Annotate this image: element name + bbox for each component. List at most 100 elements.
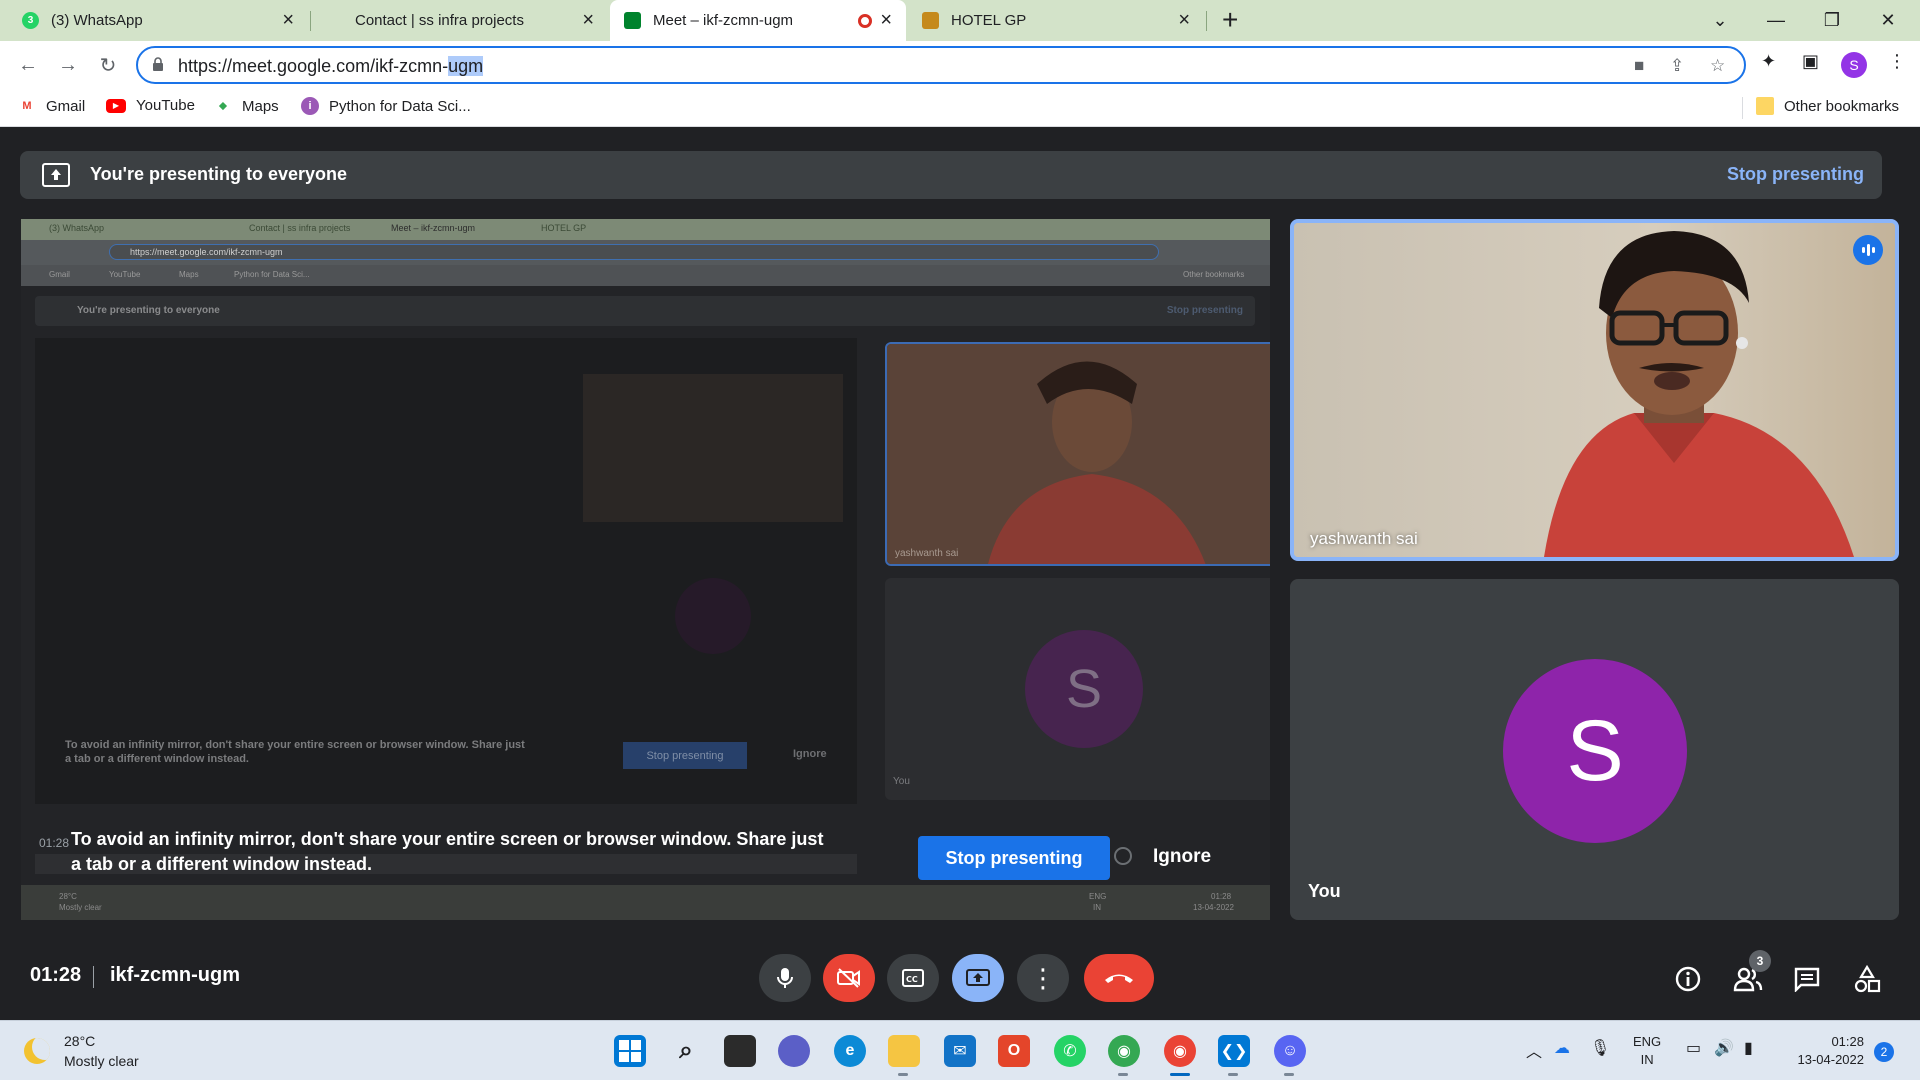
nested-participant-name: yashwanth sai <box>895 548 959 559</box>
svg-text:CC: CC <box>906 975 918 984</box>
bookmark-label: YouTube <box>136 97 195 114</box>
start-icon[interactable] <box>614 1035 646 1067</box>
discord-icon[interactable]: ☺ <box>1274 1035 1306 1067</box>
volume-icon[interactable]: 🔊 <box>1714 1038 1734 1058</box>
nested-clock-time: 01:28 <box>1211 892 1232 901</box>
chat-icon[interactable] <box>1790 962 1824 996</box>
bookmarks-bar: M Gmail ▶ YouTube ⬥ Maps i Python for Da… <box>0 89 1920 127</box>
network-icon[interactable]: ▭ <box>1686 1038 1701 1058</box>
tab-contact[interactable]: Contact | ss infra projects × <box>312 0 608 41</box>
close-icon[interactable]: × <box>282 9 294 32</box>
minimize-icon[interactable]: — <box>1748 0 1804 41</box>
nested-bookmark: Maps <box>179 270 199 279</box>
leave-call-button[interactable] <box>1084 954 1154 1002</box>
restore-icon[interactable]: ❐ <box>1804 0 1860 41</box>
other-bookmarks[interactable]: Other bookmarks <box>1756 97 1899 115</box>
microphone-icon <box>777 968 793 988</box>
nested-stop-button: Stop presenting <box>623 742 747 769</box>
forward-icon[interactable]: → <box>52 49 84 81</box>
tab-label: Contact | ss infra projects <box>355 12 524 29</box>
nested-weather-desc: Mostly clear <box>59 903 102 912</box>
ignore-button[interactable]: Ignore <box>1153 846 1211 868</box>
edge-icon[interactable]: e <box>834 1035 866 1067</box>
time-divider <box>93 966 94 988</box>
tab-divider <box>310 11 311 31</box>
clock-time: 01:28 <box>1831 1034 1864 1049</box>
bookmark-youtube[interactable]: ▶ YouTube <box>106 97 195 114</box>
back-icon[interactable]: ← <box>12 49 44 81</box>
folder-icon <box>1756 97 1774 115</box>
extensions-icon[interactable]: ✦ <box>1761 51 1776 72</box>
present-now-button[interactable] <box>952 954 1004 1002</box>
bookmark-python[interactable]: i Python for Data Sci... <box>301 97 471 115</box>
tab-label: HOTEL GP <box>951 12 1027 29</box>
nested-tab-strip: (3) WhatsApp Contact | ss infra projects… <box>21 219 1270 240</box>
new-tab-button[interactable]: + <box>1222 4 1238 36</box>
page-icon <box>326 12 343 29</box>
tab-hotel-gp[interactable]: HOTEL GP × <box>908 0 1204 41</box>
microphone-tray-icon[interactable]: 🎙 <box>1590 1038 1610 1058</box>
more-options-button[interactable]: ⋮ <box>1017 954 1069 1002</box>
file-explorer-icon[interactable] <box>888 1035 920 1067</box>
activities-icon[interactable] <box>1850 962 1884 996</box>
nested-you-avatar: S <box>1025 630 1143 748</box>
vscode-icon[interactable]: ❮❯ <box>1218 1035 1250 1067</box>
participant-video <box>1294 223 1895 557</box>
nested-you-label: You <box>893 776 910 787</box>
info-icon[interactable] <box>1114 847 1132 865</box>
participant-tile-you[interactable]: S You <box>1290 579 1899 920</box>
browser-tab-strip: 3 (3) WhatsApp × Contact | ss infra proj… <box>0 0 1920 41</box>
address-bar[interactable]: https://meet.google.com/ikf-zcmn-ugm ■ ⇪… <box>136 46 1746 84</box>
share-icon[interactable]: ⇪ <box>1670 56 1684 76</box>
captions-icon: CC <box>902 969 924 987</box>
reload-icon[interactable]: ↻ <box>92 49 124 81</box>
chrome-icon[interactable]: ◉ <box>1108 1035 1140 1067</box>
banner-stop-presenting[interactable]: Stop presenting <box>1727 164 1864 185</box>
nested-presentation: To avoid an infinity mirror, don't share… <box>35 338 857 804</box>
meeting-details-icon[interactable] <box>1671 962 1705 996</box>
meet-controls-bar: 01:28 ikf-zcmn-ugm CC ⋮ 3 <box>0 940 1920 1020</box>
nested-nested-video <box>583 374 843 522</box>
bookmark-maps[interactable]: ⬥ Maps <box>214 97 279 115</box>
url-selected: ugm <box>448 56 484 76</box>
tab-meet[interactable]: Meet – ikf-zcmn-ugm × <box>610 0 906 41</box>
camera-off-button[interactable] <box>823 954 875 1002</box>
onedrive-icon[interactable]: ☁ <box>1554 1038 1570 1058</box>
battery-icon[interactable]: ▮ <box>1744 1038 1753 1058</box>
side-panel-icon[interactable]: ▣ <box>1802 51 1819 72</box>
whatsapp-taskbar-icon[interactable]: ✆ <box>1054 1035 1086 1067</box>
whatsapp-icon: 3 <box>22 12 39 29</box>
stop-presenting-button[interactable]: Stop presenting <box>918 836 1110 880</box>
bookmark-star-icon[interactable]: ☆ <box>1710 56 1725 76</box>
clock[interactable]: 01:28 13-04-2022 <box>1784 1033 1865 1069</box>
close-icon[interactable]: × <box>880 9 892 32</box>
bookmark-gmail[interactable]: M Gmail <box>18 97 85 115</box>
office-icon[interactable]: O <box>998 1035 1030 1067</box>
teams-chat-icon[interactable] <box>778 1035 810 1067</box>
clock-date: 13-04-2022 <box>1797 1052 1865 1067</box>
tab-search-icon[interactable]: ⌄ <box>1692 0 1748 41</box>
python-icon: i <box>301 97 319 115</box>
weather-widget[interactable]: 28°C Mostly clear <box>24 1031 139 1071</box>
task-view-icon[interactable] <box>724 1035 756 1067</box>
window-close-icon[interactable]: ✕ <box>1860 0 1916 41</box>
captions-button[interactable]: CC <box>887 954 939 1002</box>
nested-tab: Contact | ss infra projects <box>249 223 351 233</box>
language-indicator[interactable]: ENG IN <box>1633 1033 1661 1069</box>
search-icon[interactable]: ⌕ <box>670 1035 702 1067</box>
camera-icon[interactable]: ■ <box>1634 56 1644 76</box>
hang-up-icon <box>1105 974 1133 983</box>
nested-bookmark: Python for Data Sci... <box>234 270 310 279</box>
notification-badge[interactable]: 2 <box>1874 1042 1894 1062</box>
close-icon[interactable]: × <box>1178 9 1190 32</box>
menu-icon[interactable]: ⋮ <box>1888 51 1906 72</box>
chrome-profile-icon[interactable]: ◉ <box>1164 1035 1196 1067</box>
microphone-button[interactable] <box>759 954 811 1002</box>
close-icon[interactable]: × <box>582 9 594 32</box>
mail-icon[interactable]: ✉ <box>944 1035 976 1067</box>
tab-whatsapp[interactable]: 3 (3) WhatsApp × <box>8 0 308 41</box>
weather-temp: 28°C <box>64 1033 96 1049</box>
participant-tile-yashwanth[interactable]: yashwanth sai <box>1290 219 1899 561</box>
profile-avatar[interactable]: S <box>1841 52 1867 78</box>
chevron-up-icon[interactable]: ︿ <box>1526 1038 1542 1062</box>
